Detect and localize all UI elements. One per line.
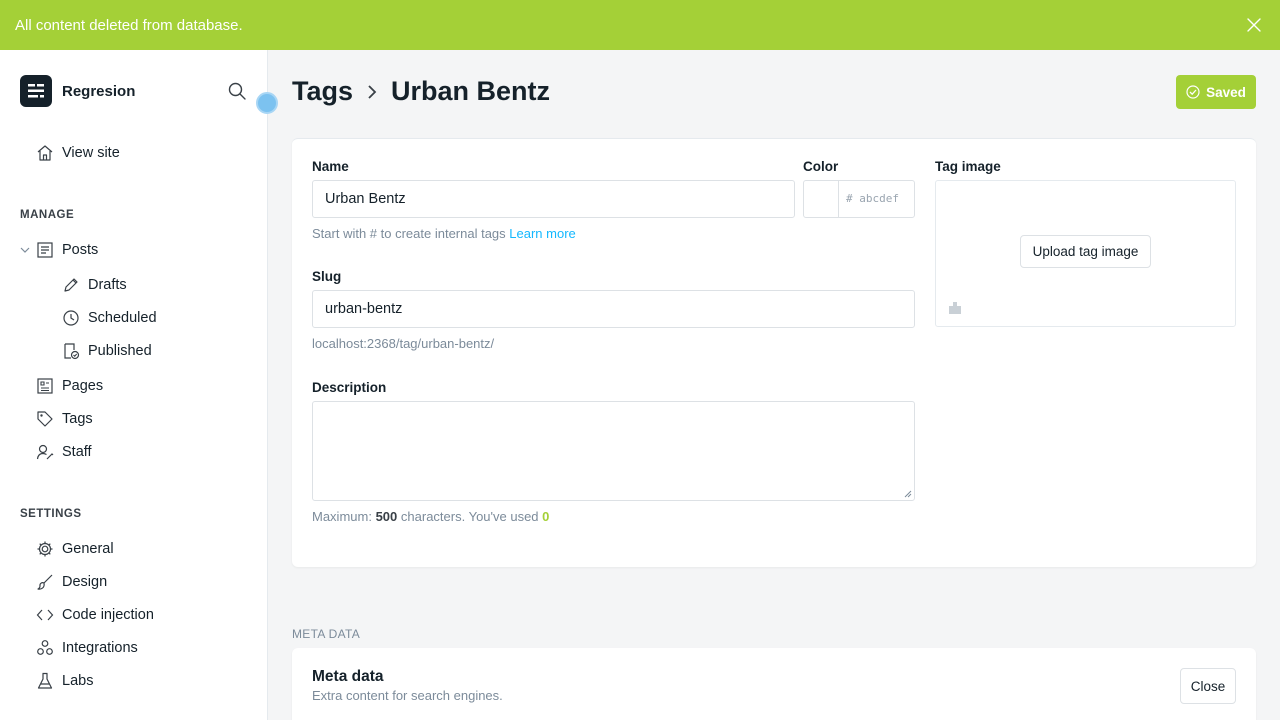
upload-tag-image-button[interactable]: Upload tag image (1020, 235, 1151, 268)
notification-banner: All content deleted from database. (0, 0, 1280, 50)
sidebar-item-label: Scheduled (88, 310, 157, 326)
chevron-down-icon[interactable] (20, 245, 30, 255)
color-placeholder: # abcdef (846, 192, 899, 205)
close-icon[interactable] (1246, 17, 1262, 33)
sidebar-item-integrations[interactable]: Integrations (36, 639, 138, 657)
desc-max-count: 500 (375, 509, 398, 524)
sidebar-item-label: Drafts (88, 277, 127, 293)
breadcrumb: Tags Urban Bentz (292, 76, 550, 107)
sidebar-item-view-site[interactable]: View site (36, 144, 120, 162)
user-icon (36, 443, 54, 461)
meta-data-subtitle: Extra content for search engines. (312, 688, 503, 703)
name-label: Name (312, 159, 349, 174)
manage-section-label: MANAGE (20, 209, 75, 221)
main-content: Tags Urban Bentz Saved Name Urban Bentz … (268, 50, 1280, 720)
posts-icon (36, 241, 54, 259)
saved-button[interactable]: Saved (1176, 75, 1256, 109)
chevron-right-icon (365, 83, 379, 101)
settings-section-label: SETTINGS (20, 508, 82, 520)
description-textarea[interactable] (312, 401, 915, 501)
sidebar-item-drafts[interactable]: Drafts (62, 276, 127, 294)
drag-handle[interactable] (256, 92, 278, 114)
brush-icon (36, 573, 54, 591)
published-icon (62, 342, 80, 360)
saved-button-label: Saved (1206, 84, 1246, 100)
code-icon (36, 606, 54, 624)
check-circle-icon (1186, 85, 1200, 99)
sidebar-item-label: Posts (62, 242, 99, 258)
sidebar-item-label: Labs (62, 673, 94, 689)
sidebar-item-label: View site (62, 145, 120, 161)
sidebar-item-label: Code injection (62, 607, 154, 623)
meta-data-title: Meta data (312, 668, 384, 685)
desc-hint-prefix: Maximum: (312, 509, 372, 524)
tag-image-uploader: Upload tag image (935, 180, 1236, 327)
meta-data-card: Meta data Extra content for search engin… (292, 648, 1256, 720)
meta-data-section-label: META DATA (292, 627, 361, 641)
learn-more-link[interactable]: Learn more (509, 226, 575, 241)
integrations-icon (36, 639, 54, 657)
breadcrumb-parent-link[interactable]: Tags (292, 76, 353, 107)
slug-label: Slug (312, 269, 342, 284)
color-label: Color (803, 159, 839, 174)
notification-message: All content deleted from database. (15, 16, 243, 34)
pages-icon (36, 377, 54, 395)
sidebar-item-code-injection[interactable]: Code injection (36, 606, 154, 624)
page-title: Urban Bentz (391, 76, 551, 106)
flask-icon (36, 672, 54, 690)
sidebar-item-label: Pages (62, 378, 104, 394)
sidebar-item-design[interactable]: Design (36, 573, 107, 591)
desc-hint-middle: characters. You've used (400, 509, 539, 524)
sidebar-item-posts[interactable]: Posts (36, 241, 98, 259)
description-label: Description (312, 380, 387, 395)
sidebar-item-pages[interactable]: Pages (36, 377, 103, 395)
clock-icon (62, 309, 80, 327)
sidebar-item-label: General (62, 541, 114, 557)
sidebar-item-label: Published (88, 343, 152, 359)
sidebar-item-label: Tags (62, 411, 93, 427)
slug-input[interactable]: urban-bentz (312, 290, 915, 328)
sidebar-item-general[interactable]: General (36, 540, 114, 558)
name-input[interactable]: Urban Bentz (312, 180, 795, 218)
sidebar-item-staff[interactable]: Staff (36, 443, 92, 461)
sidebar-item-published[interactable]: Published (62, 342, 152, 360)
brand-name: Regresion (62, 82, 136, 100)
sidebar-item-label: Integrations (62, 640, 138, 656)
name-hint: Start with # to create internal tags Lea… (312, 226, 576, 241)
desc-used-count: 0 (542, 509, 550, 524)
sidebar-item-tags[interactable]: Tags (36, 410, 93, 428)
sidebar-item-label: Staff (62, 444, 92, 460)
tag-image-label: Tag image (935, 159, 1001, 174)
close-button[interactable]: Close (1180, 668, 1236, 704)
home-icon (36, 144, 54, 162)
name-hint-text: Start with # to create internal tags (312, 226, 506, 241)
sidebar: Regresion View site MANAGE Posts Drafts … (0, 50, 268, 720)
sidebar-item-labs[interactable]: Labs (36, 672, 93, 690)
slug-url: localhost:2368/tag/urban-bentz/ (312, 336, 495, 351)
description-hint: Maximum: 500 characters. You've used 0 (312, 509, 549, 524)
pencil-icon (62, 276, 80, 294)
tag-icon (36, 410, 54, 428)
resize-handle-icon[interactable] (904, 490, 912, 498)
image-icon[interactable] (948, 301, 962, 315)
sidebar-item-label: Design (62, 574, 108, 590)
tag-settings-card: Name Urban Bentz Start with # to create … (292, 138, 1256, 567)
gear-icon (36, 540, 54, 558)
sidebar-item-scheduled[interactable]: Scheduled (62, 309, 157, 327)
search-icon[interactable] (228, 82, 246, 100)
brand[interactable]: Regresion (20, 75, 135, 107)
brand-logo-icon (20, 75, 52, 107)
color-swatch[interactable] (803, 181, 839, 217)
